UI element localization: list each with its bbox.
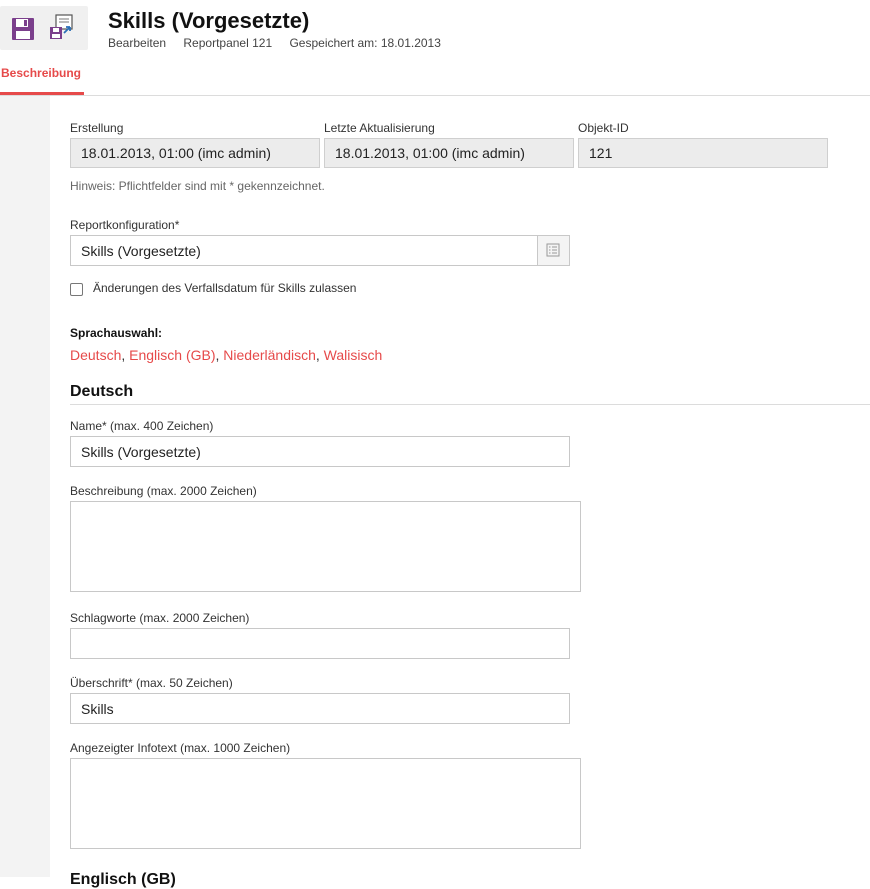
allow-expiry-change-checkbox[interactable]: [70, 283, 83, 296]
language-links: Deutsch, Englisch (GB), Niederländisch, …: [70, 347, 383, 363]
infotext-textarea[interactable]: [70, 758, 581, 849]
created-value: 18.01.2013, 01:00 (imc admin): [70, 138, 320, 168]
name-input[interactable]: [70, 436, 570, 467]
meta-saved: Gespeichert am: 18.01.2013: [289, 36, 441, 50]
created-label: Erstellung: [70, 121, 124, 135]
language-selection-label: Sprachauswahl:: [70, 326, 163, 340]
description-textarea[interactable]: [70, 501, 581, 592]
required-hint: Hinweis: Pflichtfelder sind mit * gekenn…: [70, 179, 325, 193]
toolbar: [0, 6, 88, 50]
tab-beschreibung[interactable]: Beschreibung: [0, 64, 84, 95]
meta-mode: Bearbeiten: [108, 36, 167, 50]
language-link-walisisch[interactable]: Walisisch: [324, 347, 383, 363]
heading-field-input[interactable]: [70, 693, 570, 724]
object-id-label: Objekt-ID: [578, 121, 629, 135]
description-label: Beschreibung (max. 2000 Zeichen): [70, 484, 257, 498]
report-config-input[interactable]: [70, 235, 538, 266]
report-config-picker-button[interactable]: [538, 235, 570, 266]
section-heading-deutsch: Deutsch: [70, 383, 134, 400]
name-label: Name* (max. 400 Zeichen): [70, 419, 214, 433]
allow-expiry-change-label: Änderungen des Verfallsdatum für Skills …: [93, 281, 357, 295]
section-heading-englisch-gb: Englisch (GB): [70, 871, 176, 888]
save-as-icon: [50, 14, 73, 39]
form-content: Erstellung 18.01.2013, 01:00 (imc admin)…: [50, 96, 870, 888]
page-title: Skills (Vorgesetzte): [108, 8, 310, 33]
left-gutter: [0, 96, 50, 877]
language-link-englisch-gb[interactable]: Englisch (GB): [129, 347, 215, 363]
language-link-deutsch[interactable]: Deutsch: [70, 347, 121, 363]
object-id-value: 121: [578, 138, 828, 168]
meta-object: Reportpanel 121: [183, 36, 273, 50]
list-picker-icon: [546, 243, 560, 257]
keywords-input[interactable]: [70, 628, 570, 659]
keywords-label: Schlagworte (max. 2000 Zeichen): [70, 611, 250, 625]
header-meta: Bearbeiten Reportpanel 121 Gespeichert a…: [108, 36, 455, 50]
infotext-label: Angezeigter Infotext (max. 1000 Zeichen): [70, 741, 291, 755]
save-as-button[interactable]: [48, 14, 74, 40]
updated-label: Letzte Aktualisierung: [324, 121, 435, 135]
section-divider: [70, 404, 870, 405]
heading-field-label: Überschrift* (max. 50 Zeichen): [70, 676, 233, 690]
save-button[interactable]: [10, 16, 36, 42]
language-link-niederlaendisch[interactable]: Niederländisch: [223, 347, 316, 363]
report-config-label: Reportkonfiguration*: [70, 218, 180, 232]
floppy-disk-icon: [12, 18, 34, 40]
updated-value: 18.01.2013, 01:00 (imc admin): [324, 138, 574, 168]
